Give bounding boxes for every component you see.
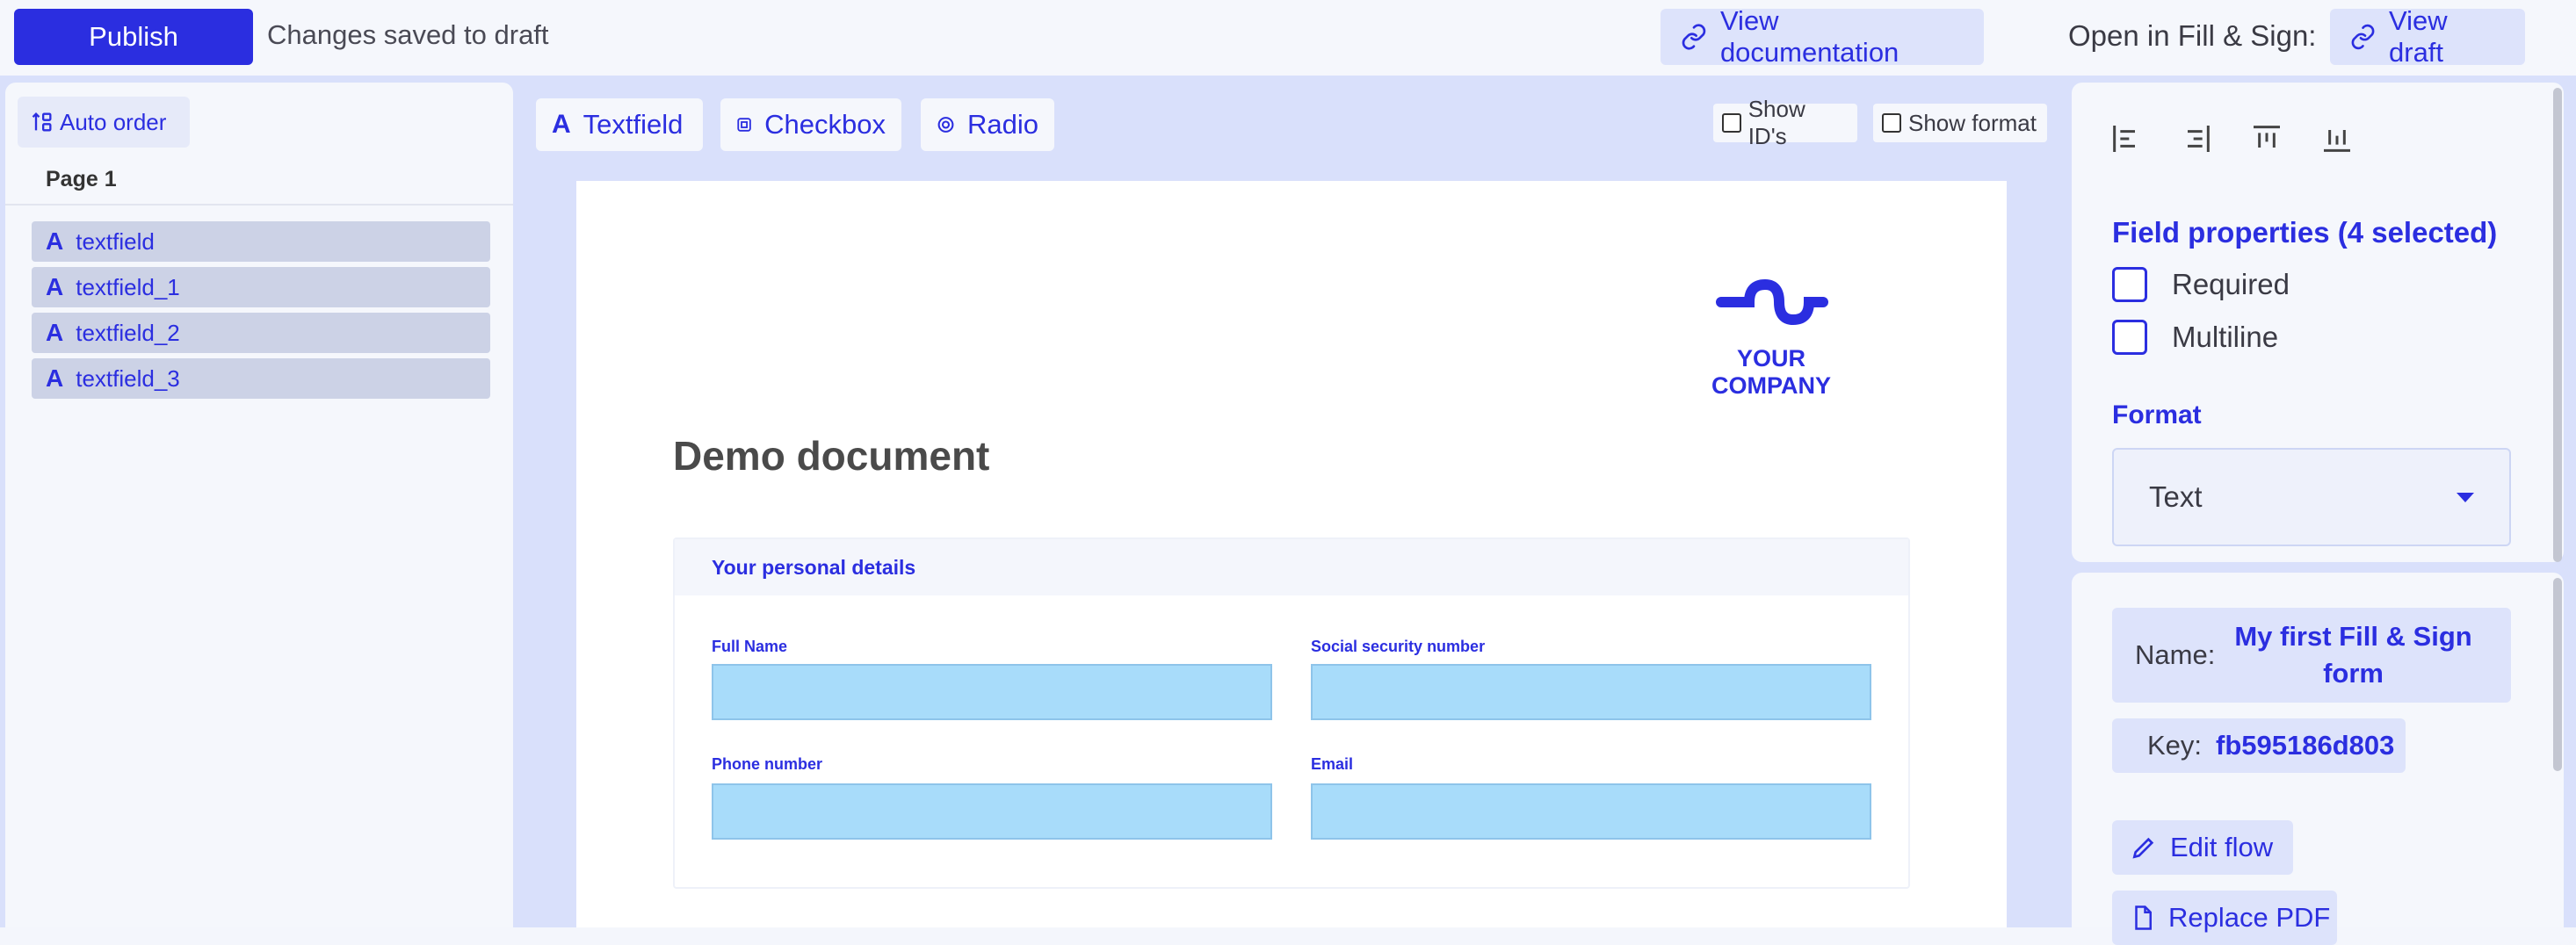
document-page: YOUR COMPANY Demo document Your personal… <box>576 181 2007 927</box>
form-name-label: Name: <box>2135 639 2216 670</box>
full-name-field[interactable] <box>712 664 1272 720</box>
show-ids-toggle[interactable]: Show ID's <box>1713 96 1857 149</box>
chevron-down-icon <box>2457 492 2474 502</box>
replace-pdf-button[interactable]: Replace PDF <box>2112 891 2337 945</box>
format-heading: Format <box>2112 400 2202 429</box>
form-name-chip: Name: My first Fill & Sign form <box>2112 608 2511 703</box>
required-checkbox[interactable] <box>2112 267 2147 302</box>
field-list-item[interactable]: A textfield_2 <box>32 313 490 353</box>
textfield-label: Textfield <box>582 109 684 140</box>
view-draft-label: View draft <box>2389 5 2448 68</box>
radio-label: Radio <box>967 109 1038 140</box>
view-documentation-button[interactable]: View documentation <box>1661 5 1984 68</box>
textfield-icon: A <box>46 319 64 346</box>
field-list-item-label: textfield_1 <box>76 273 180 300</box>
document-title: Demo document <box>673 433 990 479</box>
format-select-value: Text <box>2149 480 2203 513</box>
field-list-item-label: textfield_2 <box>76 319 180 346</box>
company-logo: YOUR COMPANY <box>1675 276 1868 400</box>
checkbox-label: Checkbox <box>764 109 886 140</box>
link-icon <box>1682 24 1706 50</box>
personal-details-card: Your personal details Full Name Social s… <box>673 537 1910 889</box>
email-label: Email <box>1311 755 1354 773</box>
view-draft-button[interactable]: View draft <box>2330 5 2525 68</box>
phone-field[interactable] <box>712 783 1272 840</box>
ssn-label: Social security number <box>1311 638 1486 655</box>
company-logo-mark <box>1716 278 1828 326</box>
field-list-panel: Auto order Page 1 A textfield A textfiel… <box>5 83 513 927</box>
top-bar: Publish Changes saved to draft View docu… <box>0 0 2576 76</box>
publish-button[interactable]: Publish <box>14 9 253 65</box>
auto-order-button[interactable]: Auto order <box>18 97 190 148</box>
align-left-icon[interactable] <box>2109 121 2144 156</box>
show-format-checkbox[interactable] <box>1882 113 1901 133</box>
align-right-icon[interactable] <box>2179 121 2214 156</box>
field-list: A textfield A textfield_1 A textfield_2 … <box>32 221 490 404</box>
textfield-icon: A <box>46 273 64 300</box>
scrollbar[interactable] <box>2553 578 2562 771</box>
section-header: Your personal details <box>675 539 1908 595</box>
show-ids-checkbox[interactable] <box>1722 113 1741 133</box>
multiline-label: Multiline <box>2172 321 2279 353</box>
edit-flow-button[interactable]: Edit flow <box>2112 820 2293 875</box>
divider <box>5 204 513 206</box>
textfield-icon: A <box>552 110 571 139</box>
form-name-value-line1: My first Fill & Sign <box>2234 621 2472 652</box>
multiline-option[interactable]: Multiline <box>2112 320 2278 355</box>
replace-pdf-label: Replace PDF <box>2168 902 2331 933</box>
field-list-item-label: textfield <box>76 227 155 255</box>
scrollbar[interactable] <box>2553 88 2562 562</box>
add-checkbox-button[interactable]: Checkbox <box>720 98 901 151</box>
field-list-item[interactable]: A textfield_1 <box>32 267 490 307</box>
company-logo-text: YOUR COMPANY <box>1711 345 1831 399</box>
phone-label: Phone number <box>712 755 823 773</box>
textfield-icon: A <box>46 364 64 392</box>
align-top-icon[interactable] <box>2249 121 2284 156</box>
reorder-icon <box>32 112 52 132</box>
form-key-label: Key: <box>2147 730 2203 761</box>
workspace: Auto order Page 1 A textfield A textfiel… <box>0 76 2576 945</box>
pencil-icon <box>2132 837 2154 859</box>
form-info-panel: Name: My first Fill & Sign form Key: fb5… <box>2072 573 2564 945</box>
radio-icon <box>937 117 954 133</box>
form-key-chip: Key: fb595186d803 <box>2112 718 2406 773</box>
show-format-label: Show format <box>1908 109 2037 136</box>
email-field[interactable] <box>1311 783 1871 840</box>
align-bottom-icon[interactable] <box>2319 121 2355 156</box>
field-list-item[interactable]: A textfield <box>32 221 490 262</box>
add-textfield-button[interactable]: A Textfield <box>536 98 703 151</box>
field-list-item[interactable]: A textfield_3 <box>32 358 490 399</box>
add-radio-button[interactable]: Radio <box>921 98 1054 151</box>
open-in-label: Open in Fill & Sign: <box>2068 19 2317 52</box>
page-label: Page 1 <box>46 167 117 191</box>
required-option[interactable]: Required <box>2112 267 2290 302</box>
ssn-field[interactable] <box>1311 664 1871 720</box>
checkbox-icon <box>737 118 751 132</box>
form-key-value: fb595186d803 <box>2216 730 2395 761</box>
form-name-value: My first Fill & Sign form <box>2234 618 2471 692</box>
textfield-icon: A <box>46 227 64 255</box>
required-label: Required <box>2172 268 2290 300</box>
edit-flow-label: Edit flow <box>2170 832 2274 862</box>
auto-order-label: Auto order <box>60 108 167 135</box>
field-list-item-label: textfield_3 <box>76 364 180 392</box>
field-properties-heading: Field properties (4 selected) <box>2112 216 2498 249</box>
multiline-checkbox[interactable] <box>2112 320 2147 355</box>
format-select[interactable]: Text <box>2112 448 2511 546</box>
save-status-text: Changes saved to draft <box>267 19 549 50</box>
link-icon <box>2351 24 2375 50</box>
field-properties-panel: Field properties (4 selected) Required M… <box>2072 83 2564 562</box>
show-format-toggle[interactable]: Show format <box>1873 104 2047 142</box>
view-documentation-label: View documentation <box>1719 5 1899 68</box>
full-name-label: Full Name <box>712 638 788 655</box>
show-ids-label: Show ID's <box>1747 96 1805 149</box>
form-name-value-line2: form <box>2323 658 2384 689</box>
